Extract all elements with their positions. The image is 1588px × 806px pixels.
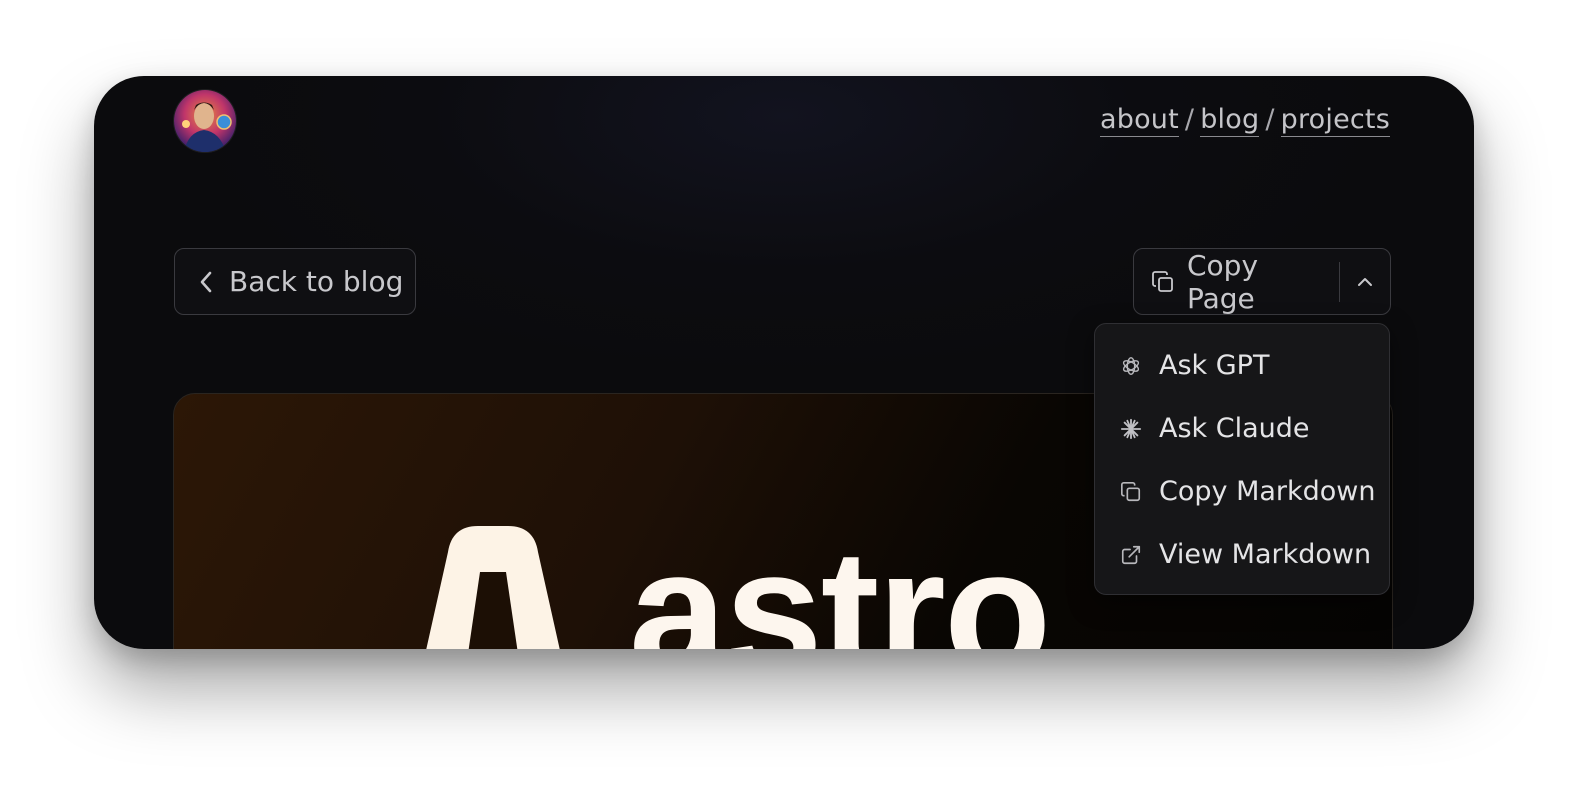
nav-link-projects[interactable]: projects xyxy=(1280,104,1390,137)
menu-item-label: Ask GPT xyxy=(1159,350,1270,381)
back-button-label: Back to blog xyxy=(229,265,404,298)
page-window: about / blog / projects Back to blog Copy Pa… xyxy=(94,76,1474,649)
nav-separator: / xyxy=(1265,104,1275,135)
hero-wordmark: astro xyxy=(629,514,1051,649)
copy-page-button[interactable]: Copy Page xyxy=(1134,248,1326,315)
nav-link-about[interactable]: about xyxy=(1100,104,1179,137)
avatar[interactable] xyxy=(174,90,236,152)
top-nav: about / blog / projects xyxy=(1100,104,1390,137)
menu-item-label: Copy Markdown xyxy=(1159,476,1376,507)
chevron-up-icon xyxy=(1357,276,1373,288)
openai-icon xyxy=(1119,354,1143,378)
menu-item-view-markdown[interactable]: View Markdown xyxy=(1095,523,1389,586)
nav-separator: / xyxy=(1184,104,1195,135)
claude-sparkle-icon xyxy=(1119,417,1143,441)
menu-item-ask-claude[interactable]: Ask Claude xyxy=(1095,397,1389,460)
copy-page-split-button: Copy Page xyxy=(1133,248,1391,315)
astro-logo-icon xyxy=(426,526,560,649)
copy-icon xyxy=(1119,480,1143,504)
menu-item-copy-markdown[interactable]: Copy Markdown xyxy=(1095,460,1389,523)
menu-item-ask-gpt[interactable]: Ask GPT xyxy=(1095,334,1389,397)
copy-icon xyxy=(1151,270,1175,294)
back-to-blog-button[interactable]: Back to blog xyxy=(174,248,416,315)
copy-page-dropdown-menu: Ask GPT Ask Claude Copy Markdown View Ma… xyxy=(1094,323,1390,595)
copy-page-label: Copy Page xyxy=(1187,248,1259,315)
menu-item-label: View Markdown xyxy=(1159,539,1372,570)
copy-menu-toggle[interactable] xyxy=(1340,249,1390,314)
chevron-left-icon xyxy=(197,269,215,295)
external-link-icon xyxy=(1119,543,1143,567)
nav-link-blog[interactable]: blog xyxy=(1200,104,1260,137)
menu-item-label: Ask Claude xyxy=(1159,413,1310,444)
